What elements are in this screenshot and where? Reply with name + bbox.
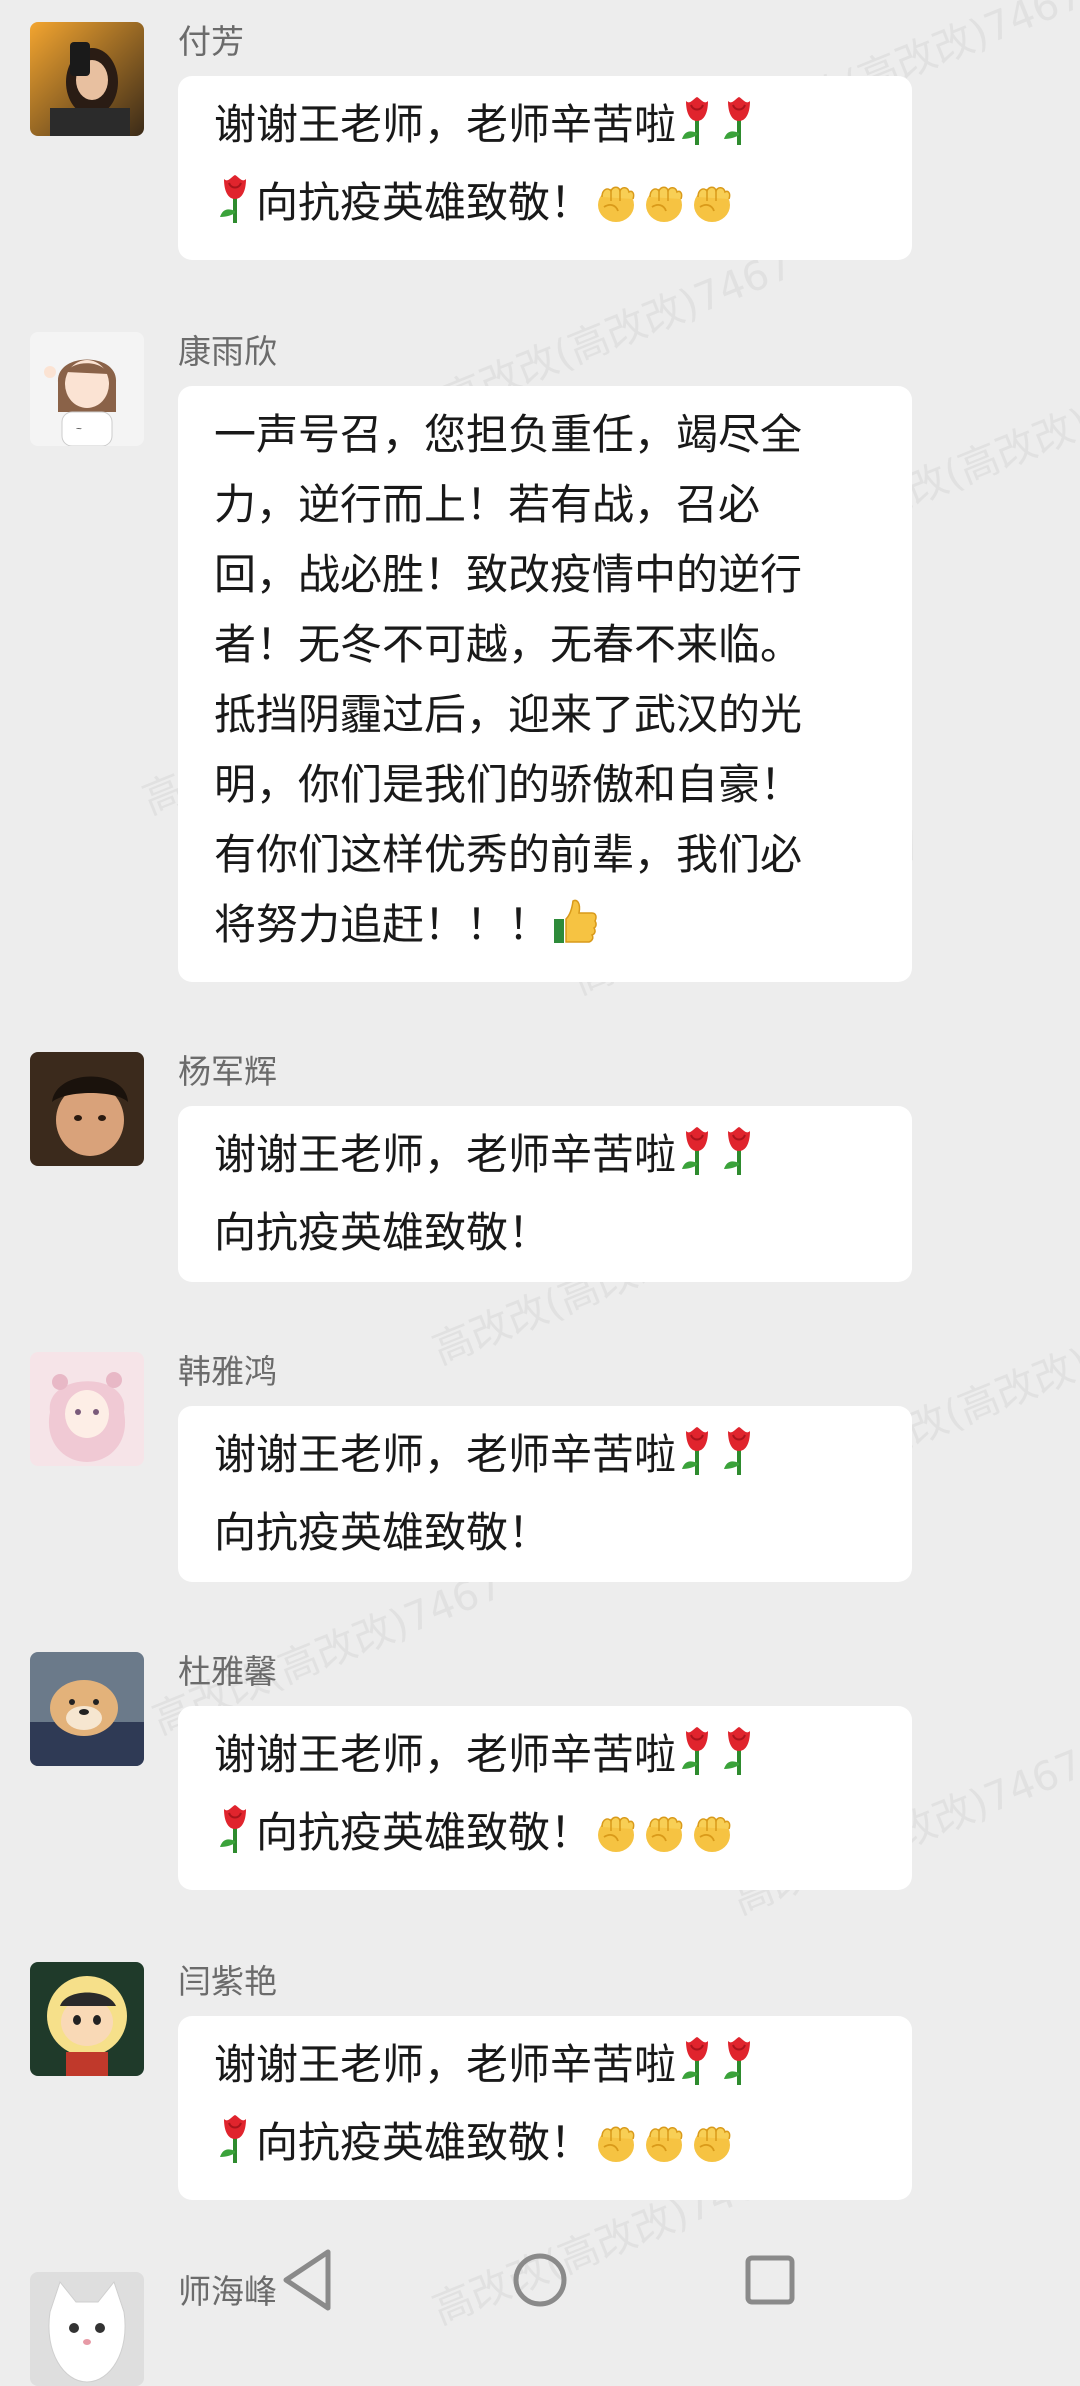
message-text: 向抗疫英雄致敬！ — [214, 1508, 551, 1557]
rose-emoji-icon — [720, 1425, 758, 1498]
message-line: 抵挡阴霾过后，迎来了武汉的光 — [214, 680, 876, 750]
message-bubble[interactable]: 谢谢王老师，老师辛苦啦 向抗疫英雄致敬！ — [178, 1406, 912, 1582]
svg-text:~: ~ — [76, 424, 82, 435]
fist-emoji-icon — [642, 1806, 686, 1876]
message-line: 向抗疫英雄致敬！ — [214, 1498, 876, 1568]
back-triangle-icon[interactable] — [272, 2242, 348, 2318]
rose-emoji-icon — [720, 1725, 758, 1798]
message-text: 回，战必胜！致改疫情中的逆行 — [214, 550, 803, 599]
rose-emoji-icon — [216, 173, 254, 246]
fist-emoji-icon — [690, 1806, 734, 1876]
message-bubble[interactable]: 一声号召，您担负重任，竭尽全 力，逆行而上！若有战，召必 回，战必胜！致改疫情中的逆… — [178, 386, 912, 982]
rose-emoji-icon — [216, 1803, 254, 1876]
message-line: 回，战必胜！致改疫情中的逆行 — [214, 540, 876, 610]
message-line: 有你们这样优秀的前辈，我们必 — [214, 820, 876, 890]
sender-name: 韩雅鸿 — [178, 1352, 277, 1391]
message-line: 力，逆行而上！若有战，召必 — [214, 470, 876, 540]
message-line: 谢谢王老师，老师辛苦啦 — [214, 2030, 876, 2108]
message-text: 向抗疫英雄致敬！ — [256, 178, 593, 227]
message-text: 向抗疫英雄致敬！ — [256, 1808, 593, 1857]
message-line: 谢谢王老师，老师辛苦啦 — [214, 1720, 876, 1798]
sender-name: 付芳 — [178, 22, 244, 61]
fist-emoji-icon — [642, 2116, 686, 2186]
message-text: 谢谢王老师，老师辛苦啦 — [214, 1430, 677, 1479]
message-text: 将努力追赶！！！ — [214, 900, 551, 949]
message-line: 一声号召，您担负重任，竭尽全 — [214, 400, 876, 470]
message-text: 谢谢王老师，老师辛苦啦 — [214, 100, 677, 149]
rose-emoji-icon — [678, 1725, 716, 1798]
message-text: 抵挡阴霾过后，迎来了武汉的光 — [214, 690, 803, 739]
message-line: 谢谢王老师，老师辛苦啦 — [214, 90, 876, 168]
fist-emoji-icon — [594, 2116, 638, 2186]
message-bubble[interactable]: 谢谢王老师，老师辛苦啦向抗疫英雄致敬！ — [178, 76, 912, 260]
fist-emoji-icon — [594, 176, 638, 246]
system-navigation-bar — [0, 2220, 1080, 2340]
fist-emoji-icon — [690, 2116, 734, 2186]
rose-emoji-icon — [720, 95, 758, 168]
anime-girl-avatar-icon[interactable] — [30, 1352, 144, 1466]
message-line: 将努力追赶！！！ — [214, 890, 876, 968]
sender-name: 闫紫艳 — [178, 1962, 277, 2001]
message-line: 向抗疫英雄致敬！ — [214, 168, 876, 246]
rose-emoji-icon — [720, 1125, 758, 1198]
sender-name: 杨军辉 — [178, 1052, 277, 1091]
fist-emoji-icon — [690, 176, 734, 246]
message-line: 谢谢王老师，老师辛苦啦 — [214, 1420, 876, 1498]
child-photo-avatar-icon[interactable] — [30, 1052, 144, 1166]
rose-emoji-icon — [678, 1425, 716, 1498]
message-text: 向抗疫英雄致敬！ — [214, 1208, 551, 1257]
message-line: 向抗疫英雄致敬！ — [214, 1198, 876, 1268]
sender-name: 杜雅馨 — [178, 1652, 277, 1691]
cartoon-boy-avatar-icon[interactable] — [30, 1962, 144, 2076]
rose-emoji-icon — [678, 95, 716, 168]
rose-emoji-icon — [720, 2035, 758, 2108]
message-line: 谢谢王老师，老师辛苦啦 — [214, 1120, 876, 1198]
rose-emoji-icon — [216, 2113, 254, 2186]
cartoon-girl-avatar-icon[interactable]: ~ — [30, 332, 144, 446]
rose-emoji-icon — [678, 1125, 716, 1198]
selfie-avatar-icon[interactable] — [30, 22, 144, 136]
recents-square-icon[interactable] — [732, 2242, 808, 2318]
dog-photo-avatar-icon[interactable] — [30, 1652, 144, 1766]
sender-name: 康雨欣 — [178, 332, 277, 371]
message-line: 明，你们是我们的骄傲和自豪！ — [214, 750, 876, 820]
fist-emoji-icon — [594, 1806, 638, 1876]
rose-emoji-icon — [678, 2035, 716, 2108]
chat-message-list[interactable]: 高改改(高改改)7467 高改改(高改改)7467 高改改(高改改)7467 高改改(… — [0, 0, 1080, 2386]
message-text: 一声号召，您担负重任，竭尽全 — [214, 410, 803, 459]
message-text: 谢谢王老师，老师辛苦啦 — [214, 2040, 677, 2089]
message-bubble[interactable]: 谢谢王老师，老师辛苦啦向抗疫英雄致敬！ — [178, 2016, 912, 2200]
message-line: 向抗疫英雄致敬！ — [214, 1798, 876, 1876]
message-text: 谢谢王老师，老师辛苦啦 — [214, 1130, 677, 1179]
message-text: 向抗疫英雄致敬！ — [256, 2118, 593, 2167]
message-text: 谢谢王老师，老师辛苦啦 — [214, 1730, 677, 1779]
message-bubble[interactable]: 谢谢王老师，老师辛苦啦向抗疫英雄致敬！ — [178, 1706, 912, 1890]
message-bubble[interactable]: 谢谢王老师，老师辛苦啦 向抗疫英雄致敬！ — [178, 1106, 912, 1282]
fist-emoji-icon — [642, 176, 686, 246]
home-circle-icon[interactable] — [502, 2242, 578, 2318]
message-text: 明，你们是我们的骄傲和自豪！ — [214, 760, 803, 809]
message-line: 者！无冬不可越，无春不来临。 — [214, 610, 876, 680]
message-text: 者！无冬不可越，无春不来临。 — [214, 620, 803, 669]
message-text: 有你们这样优秀的前辈，我们必 — [214, 830, 803, 879]
message-text: 力，逆行而上！若有战，召必 — [214, 480, 761, 529]
thumbs-up-emoji-icon — [552, 897, 598, 968]
message-line: 向抗疫英雄致敬！ — [214, 2108, 876, 2186]
